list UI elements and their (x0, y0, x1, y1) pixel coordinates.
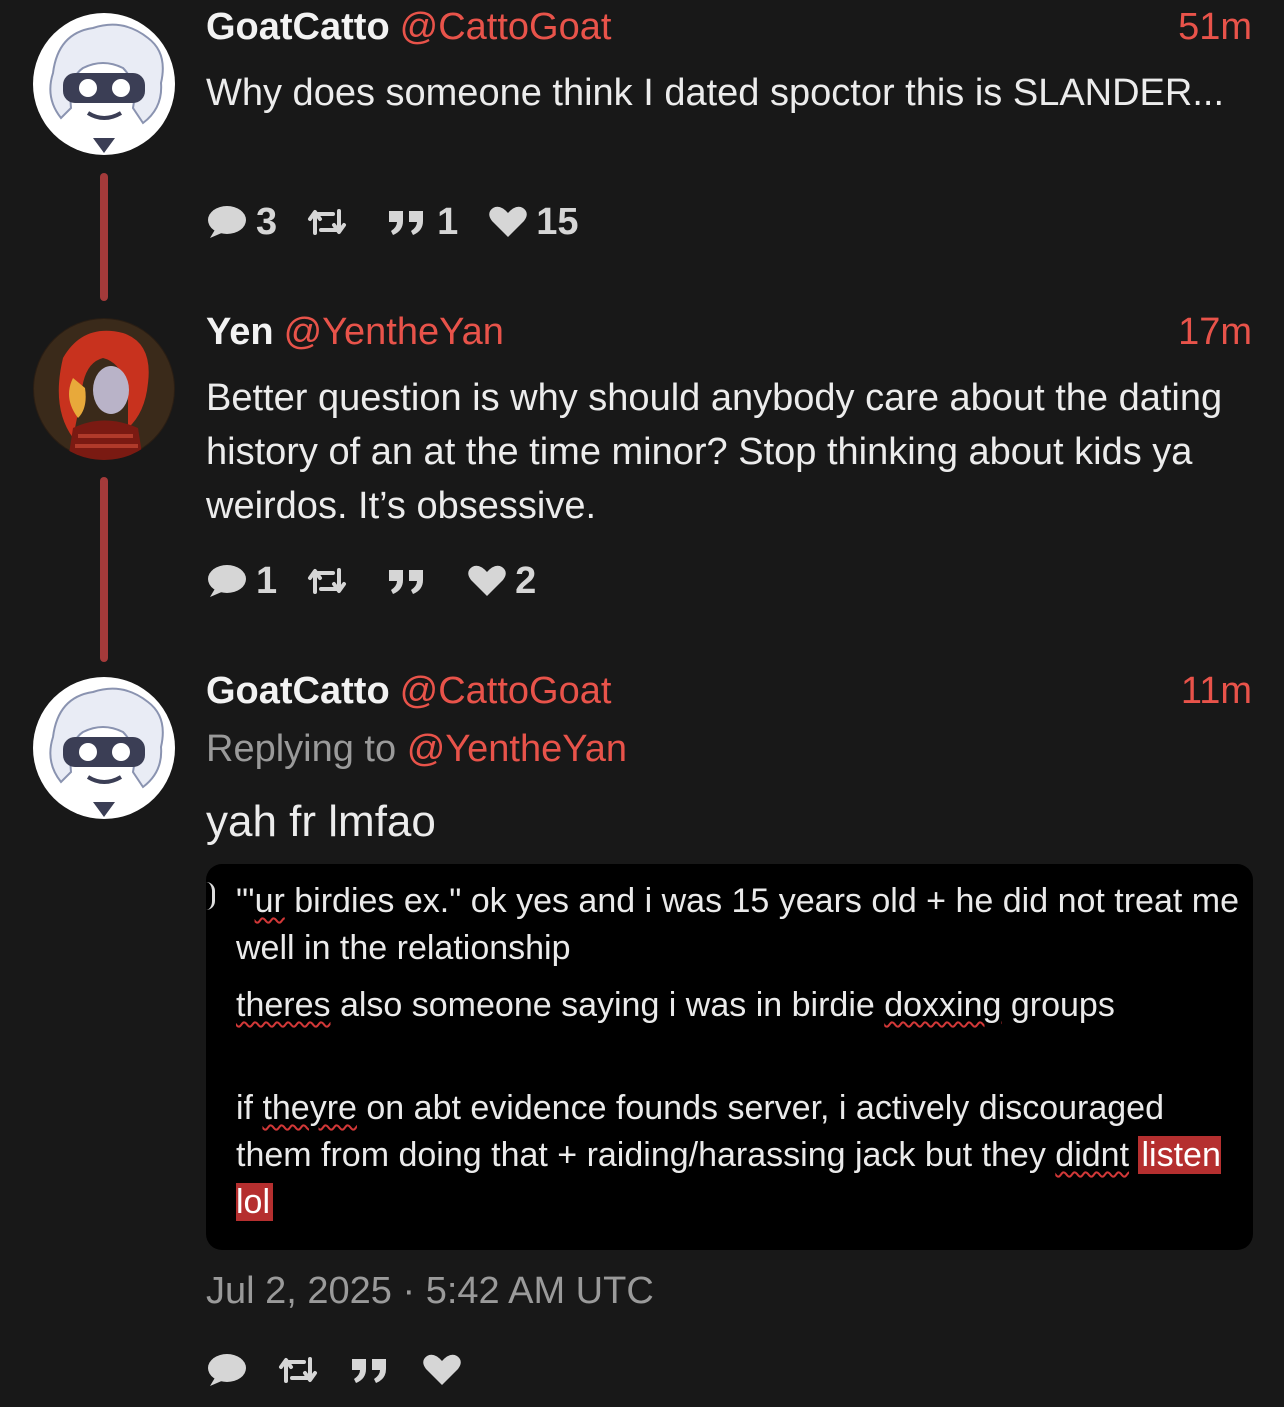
repost-icon (278, 1355, 318, 1385)
replying-to-handle[interactable]: @YentheYan (407, 728, 627, 770)
post-actions (206, 1348, 492, 1392)
text-cursor-icon (206, 882, 215, 910)
quote-icon (385, 566, 429, 596)
post-time[interactable]: 11m (1181, 670, 1252, 713)
screenshot-paragraph-1: "'ur birdies ex." ok yes and i was 15 ye… (236, 882, 1239, 967)
avatar-goatcatto[interactable] (33, 13, 175, 155)
thread-line (100, 173, 108, 301)
heart-icon (488, 205, 528, 239)
post-actions: 3 1 15 (206, 200, 609, 244)
reply-icon (206, 563, 248, 599)
post-text: Why does someone think I dated spoctor t… (206, 72, 1225, 114)
like-count: 15 (536, 200, 579, 243)
attached-screenshot[interactable]: "'ur birdies ex." ok yes and i was 15 ye… (206, 864, 1253, 1250)
author-handle[interactable]: @YentheYan (284, 311, 504, 353)
post-text: yah fr lmfao (206, 797, 436, 846)
post-text: Better question is why should anybody ca… (206, 377, 1223, 527)
author-name[interactable]: Yen (206, 311, 274, 353)
post-actions: 1 2 (206, 559, 566, 603)
repost-button[interactable] (307, 207, 355, 237)
quote-button[interactable] (348, 1355, 392, 1385)
post-time[interactable]: 51m (1178, 6, 1252, 49)
like-button[interactable] (422, 1353, 462, 1387)
heart-icon (467, 564, 507, 598)
thread-line (100, 477, 108, 662)
reply-button[interactable] (206, 1352, 248, 1388)
screenshot-paragraph-3: if theyre on abt evidence founds server,… (236, 1089, 1221, 1221)
replying-to: Replying to @YentheYan (206, 728, 627, 771)
like-button[interactable]: 2 (467, 560, 536, 603)
reply-icon (206, 204, 248, 240)
like-count: 2 (515, 559, 537, 602)
repost-button[interactable] (307, 566, 355, 596)
reply-count: 1 (256, 559, 278, 602)
screenshot-paragraph-2: theres also someone saying i was in bird… (236, 986, 1115, 1024)
reply-button[interactable]: 3 (206, 201, 277, 244)
quote-icon (348, 1355, 392, 1385)
reply-icon (206, 1352, 248, 1388)
author-handle[interactable]: @CattoGoat (400, 670, 612, 712)
reply-count: 3 (256, 200, 278, 243)
repost-button[interactable] (278, 1355, 318, 1385)
author-name[interactable]: GoatCatto (206, 670, 390, 712)
repost-icon (307, 566, 347, 596)
quote-icon (385, 207, 429, 237)
quote-button[interactable] (385, 566, 437, 596)
heart-icon (422, 1353, 462, 1387)
post-date[interactable]: Jul 2, 2025 · 5:42 AM UTC (206, 1270, 654, 1313)
author-handle[interactable]: @CattoGoat (400, 6, 612, 48)
repost-icon (307, 207, 347, 237)
quote-button[interactable]: 1 (385, 201, 458, 244)
like-button[interactable]: 15 (488, 200, 579, 244)
quote-count: 1 (437, 200, 459, 243)
post-time[interactable]: 17m (1178, 311, 1252, 354)
avatar-yen[interactable] (33, 318, 175, 460)
avatar-goatcatto[interactable] (33, 677, 175, 819)
replying-to-label: Replying to (206, 728, 397, 770)
reply-button[interactable]: 1 (206, 560, 277, 603)
author-name[interactable]: GoatCatto (206, 6, 390, 48)
